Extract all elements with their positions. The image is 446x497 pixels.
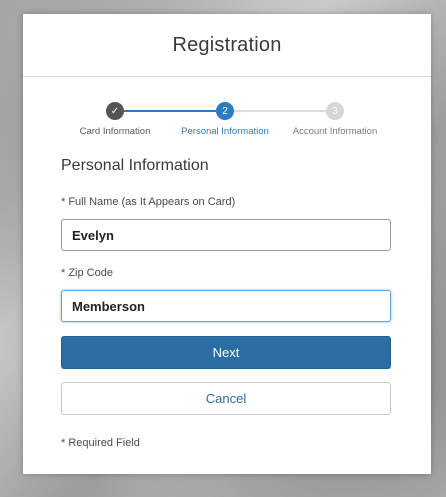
step-3-marker: 3 (332, 105, 338, 117)
step-1-marker: ✓ (110, 105, 120, 117)
step-1-check-icon: ✓ (106, 102, 124, 120)
step-2-label: Personal Information (181, 126, 269, 137)
zip-code-input[interactable] (61, 290, 391, 322)
section-title: Personal Information (61, 157, 209, 174)
step-3-indicator: 3 (326, 102, 344, 120)
zip-code-label: * Zip Code (61, 267, 113, 279)
full-name-input[interactable] (61, 219, 391, 251)
progress-stepper: ✓ Card Information 2 Personal Informatio… (23, 77, 431, 137)
registration-dialog: Registration ✓ Card Information 2 Person… (23, 14, 431, 474)
step-connector-pending (234, 110, 326, 112)
next-button[interactable]: Next (61, 336, 391, 369)
dialog-title: Registration (172, 33, 282, 56)
step-2-marker: 2 (222, 105, 228, 117)
full-name-label: * Full Name (as It Appears on Card) (61, 196, 236, 208)
required-field-note: * Required Field (61, 437, 140, 449)
step-3-label: Account Information (292, 126, 378, 137)
step-connector-completed (124, 110, 216, 112)
step-1-label: Card Information (79, 126, 151, 137)
step-2-indicator: 2 (216, 102, 234, 120)
dialog-header: Registration (23, 14, 431, 77)
cancel-button[interactable]: Cancel (61, 382, 391, 415)
